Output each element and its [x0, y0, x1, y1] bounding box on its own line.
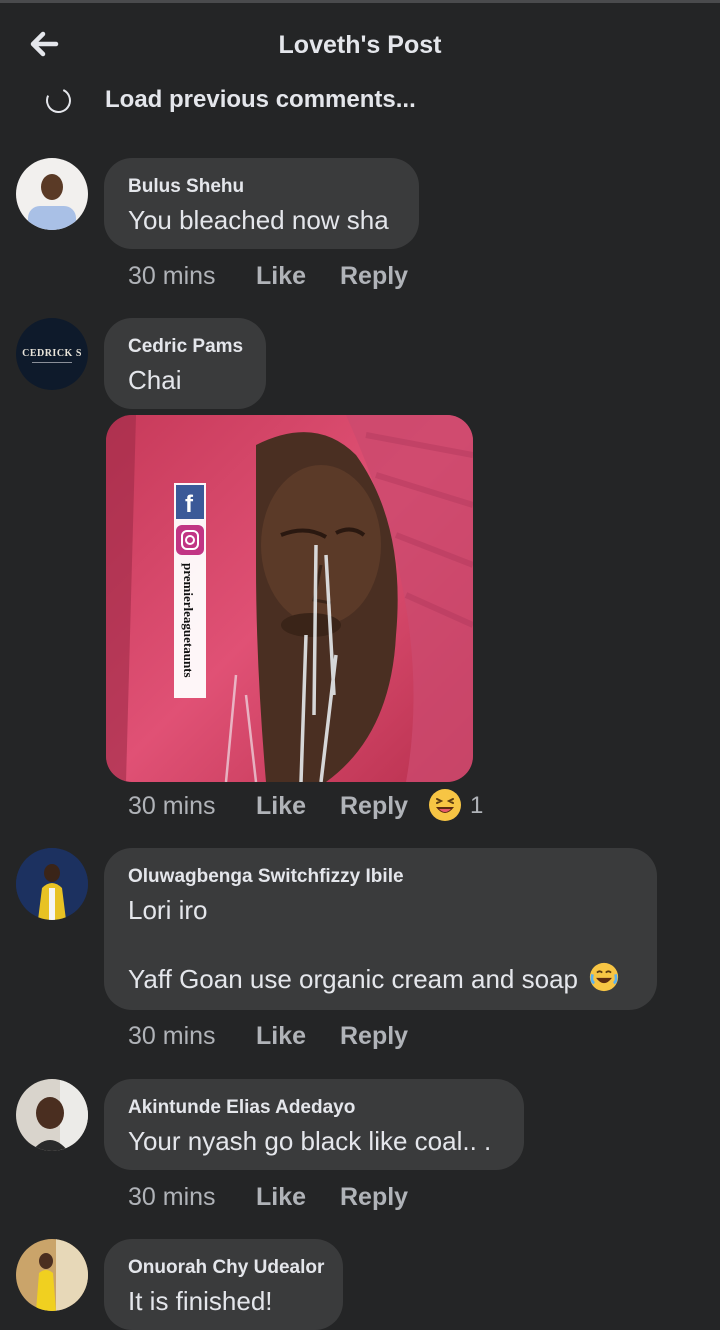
- laughing-reaction-icon[interactable]: [428, 788, 462, 829]
- comment-author[interactable]: Cedric Pams: [128, 336, 243, 358]
- avatar[interactable]: CEDRICK S: [16, 318, 88, 390]
- comment-author[interactable]: Bulus Shehu: [128, 176, 244, 198]
- like-button[interactable]: Like: [256, 1183, 306, 1212]
- avatar-logo-text: CEDRICK S: [22, 348, 82, 359]
- svg-text:f: f: [185, 491, 194, 518]
- comment-text-line1: Lori iro: [128, 895, 208, 925]
- laughing-emoji-icon: [590, 962, 619, 992]
- comment-time: 30 mins: [128, 1183, 216, 1211]
- reply-button[interactable]: Reply: [340, 1183, 408, 1212]
- loading-spinner-icon: [42, 84, 75, 117]
- comment-author[interactable]: Akintunde Elias Adedayo: [128, 1097, 355, 1119]
- reply-button[interactable]: Reply: [340, 1022, 408, 1051]
- page-title: Loveth's Post: [278, 31, 442, 59]
- photo-watermark: premierleaguetaunts: [181, 563, 196, 678]
- reaction-count: 1: [470, 792, 484, 819]
- avatar[interactable]: [16, 848, 88, 920]
- comment-bubble[interactable]: Onuorah Chy Udealor It is finished!: [104, 1239, 343, 1330]
- avatar-logo-line: [32, 362, 72, 363]
- comment-time: 30 mins: [128, 262, 216, 290]
- comment-author[interactable]: Oluwagbenga Switchfizzy Ibile: [128, 866, 404, 888]
- comment-text: Chai: [128, 365, 182, 395]
- comment-time: 30 mins: [128, 1022, 216, 1050]
- avatar[interactable]: [16, 1079, 88, 1151]
- avatar[interactable]: [16, 158, 88, 230]
- avatar[interactable]: [16, 1239, 88, 1311]
- comment-text: It is finished!: [128, 1286, 273, 1316]
- like-button[interactable]: Like: [256, 262, 306, 291]
- comment-bubble[interactable]: Oluwagbenga Switchfizzy Ibile Lori iro Y…: [104, 848, 657, 1010]
- comment-text: You bleached now sha: [128, 205, 389, 235]
- like-button[interactable]: Like: [256, 792, 306, 821]
- reply-button[interactable]: Reply: [340, 792, 408, 821]
- load-previous-comments[interactable]: Load previous comments...: [0, 80, 720, 120]
- header: Loveth's Post: [0, 3, 720, 83]
- comment-bubble[interactable]: Akintunde Elias Adedayo Your nyash go bl…: [104, 1079, 524, 1170]
- comment-author[interactable]: Onuorah Chy Udealor: [128, 1257, 324, 1279]
- like-button[interactable]: Like: [256, 1022, 306, 1051]
- comment-bubble[interactable]: Bulus Shehu You bleached now sha: [104, 158, 419, 249]
- comment-time: 30 mins: [128, 792, 216, 820]
- load-previous-label: Load previous comments...: [105, 86, 416, 113]
- comment-photo[interactable]: f premierleaguetaunts: [106, 415, 473, 782]
- comment-text-line2: Yaff Goan use organic cream and soap: [128, 962, 619, 997]
- comment-bubble[interactable]: Cedric Pams Chai: [104, 318, 266, 409]
- reply-button[interactable]: Reply: [340, 262, 408, 291]
- comment-text: Your nyash go black like coal.. .: [128, 1126, 492, 1156]
